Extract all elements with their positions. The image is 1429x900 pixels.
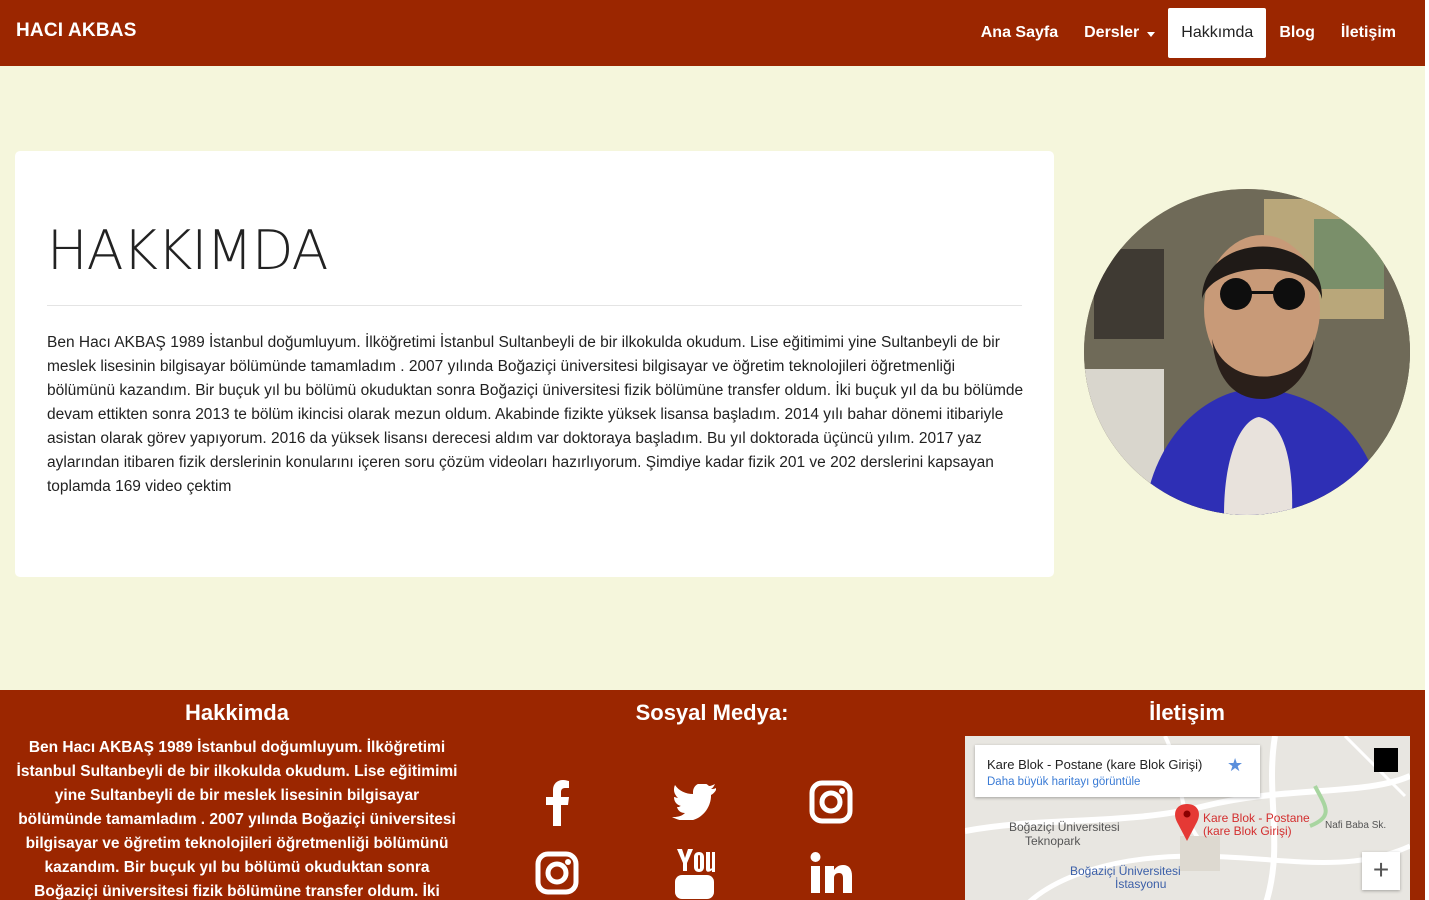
nav-item-label: Blog bbox=[1279, 24, 1315, 41]
footer-social-title: Sosyal Medya: bbox=[635, 700, 789, 725]
map-label: Boğaziçi Üniversitesi bbox=[1009, 820, 1120, 834]
linkedin-icon[interactable] bbox=[801, 843, 861, 900]
nav-item-label: Dersler bbox=[1084, 24, 1140, 41]
nav-item-label: Ana Sayfa bbox=[980, 24, 1059, 41]
about-card: HAKKIMDA Ben Hacı AKBAŞ 1989 İstanbul do… bbox=[15, 151, 1054, 577]
map-label: Nafi Baba Sk. bbox=[1325, 820, 1387, 831]
footer-about-text: Ben Hacı AKBAŞ 1989 İstanbul doğumluyum.… bbox=[16, 739, 458, 900]
nav-item-home[interactable]: Ana Sayfa bbox=[968, 8, 1071, 58]
twitter-icon[interactable] bbox=[664, 772, 724, 832]
map-place-card: Kare Blok - Postane (kare Blok Girişi) D… bbox=[975, 745, 1260, 797]
page-title: HAKKIMDA bbox=[47, 219, 328, 282]
nav-item-about[interactable]: Hakkımda bbox=[1168, 8, 1267, 58]
profile-photo bbox=[1084, 189, 1410, 515]
facebook-icon[interactable] bbox=[527, 772, 587, 832]
larger-map-link[interactable]: Daha büyük haritayı görüntüle bbox=[987, 776, 1140, 788]
map-label: Teknopark bbox=[1025, 834, 1081, 848]
map-label: Boğaziçi Üniversitesi bbox=[1070, 864, 1181, 878]
navbar: HACI AKBAS Ana Sayfa Dersler Hakkımda Bl… bbox=[0, 0, 1425, 66]
footer-about-title: Hakkimda bbox=[185, 700, 289, 725]
nav-menu: Ana Sayfa Dersler Hakkımda Blog İletişim bbox=[968, 8, 1409, 58]
google-map[interactable]: Boğaziçi Üniversitesi Teknopark Boğaziçi… bbox=[965, 736, 1410, 900]
nav-item-blog[interactable]: Blog bbox=[1266, 8, 1328, 58]
nav-item-label: Hakkımda bbox=[1181, 24, 1254, 41]
about-text: Ben Hacı AKBAŞ 1989 İstanbul doğumluyum.… bbox=[47, 334, 1024, 495]
youtube-icon[interactable] bbox=[664, 843, 724, 900]
star-icon[interactable]: ★ bbox=[1227, 755, 1243, 776]
instagram-icon[interactable] bbox=[801, 772, 861, 832]
map-label: İstasyonu bbox=[1115, 877, 1167, 891]
nav-item-contact[interactable]: İletişim bbox=[1328, 8, 1409, 58]
map-place-title: Kare Blok - Postane (kare Blok Girişi) bbox=[987, 757, 1203, 772]
nav-item-courses-dropdown[interactable]: Dersler bbox=[1071, 8, 1168, 58]
brand-logo[interactable]: HACI AKBAS bbox=[16, 20, 137, 42]
caret-down-icon bbox=[1147, 31, 1156, 37]
fullscreen-button[interactable] bbox=[1374, 748, 1398, 772]
divider bbox=[47, 305, 1022, 306]
nav-item-label: İletişim bbox=[1340, 24, 1396, 41]
scrollbar-track[interactable] bbox=[1425, 0, 1429, 900]
zoom-in-button[interactable]: + bbox=[1362, 852, 1400, 890]
map-pin-label[interactable]: (kare Blok Girişi) bbox=[1203, 825, 1292, 838]
footer-contact-title: İletişim bbox=[1149, 700, 1225, 725]
instagram-icon[interactable] bbox=[527, 843, 587, 900]
